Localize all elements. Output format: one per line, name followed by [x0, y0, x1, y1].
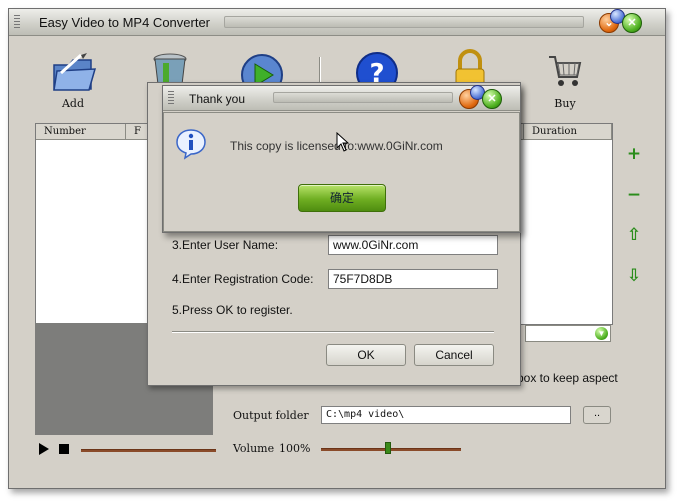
grip-icon: [14, 15, 20, 30]
buy-label: Buy: [554, 97, 576, 110]
add-file-button[interactable]: +: [625, 145, 643, 163]
column-header-duration[interactable]: Duration: [524, 124, 612, 140]
dialog-divider: [172, 331, 494, 333]
window-controls: ⌄ ✕: [599, 9, 649, 33]
volume-slider[interactable]: [321, 448, 461, 451]
play-icon[interactable]: [39, 443, 49, 455]
info-icon: [176, 129, 206, 160]
add-folder-icon: [53, 53, 97, 91]
output-folder-label: Output folder: [233, 409, 309, 422]
column-header-number[interactable]: Number: [36, 124, 126, 140]
user-name-label: 3.Enter User Name:: [172, 238, 279, 252]
stop-icon[interactable]: [59, 444, 69, 454]
thank-you-dialog: Thank you ✕ This copy is licensed to:www…: [162, 85, 521, 233]
volume-slider-thumb[interactable]: [385, 442, 391, 454]
cancel-button[interactable]: Cancel: [414, 344, 494, 366]
window-controls: ✕: [459, 85, 509, 109]
mouse-cursor-icon: [336, 132, 350, 152]
register-instruction: 5.Press OK to register.: [172, 303, 293, 317]
move-up-button[interactable]: ⇧: [625, 226, 643, 244]
dialog-content-frame: [163, 112, 520, 232]
close-button[interactable]: ✕: [622, 13, 642, 33]
add-label: Add: [61, 97, 85, 110]
registration-code-input[interactable]: 75F7D8DB: [328, 269, 498, 289]
add-button[interactable]: Add: [43, 9, 103, 114]
seek-slider[interactable]: [81, 449, 216, 452]
grip-icon: [168, 91, 174, 106]
title-bar-fill: [224, 16, 584, 28]
confirm-button[interactable]: 确定: [298, 184, 386, 212]
output-folder-input[interactable]: C:\mp4 video\: [321, 406, 571, 424]
move-down-button[interactable]: ⇩: [625, 267, 643, 285]
registration-code-label: 4.Enter Registration Code:: [172, 272, 314, 286]
user-name-input[interactable]: www.0GiNr.com: [328, 235, 498, 255]
volume-label: Volume: [233, 442, 275, 455]
buy-button[interactable]: Buy: [535, 9, 595, 114]
browse-folder-button[interactable]: ..: [583, 406, 611, 424]
thank-you-title-bar[interactable]: Thank you ✕: [163, 85, 520, 111]
aspect-ratio-text: box to keep aspect: [517, 371, 618, 385]
volume-value: 100%: [279, 442, 311, 455]
ok-button[interactable]: OK: [326, 344, 406, 366]
chevron-down-icon[interactable]: ▼: [595, 327, 608, 340]
title-bar-fill: [273, 92, 453, 103]
thank-you-title: Thank you: [189, 92, 246, 106]
close-button[interactable]: ✕: [482, 89, 502, 109]
remove-file-button[interactable]: −: [625, 186, 643, 204]
shopping-cart-icon: [549, 56, 582, 86]
profile-dropdown[interactable]: ▼: [525, 325, 611, 342]
